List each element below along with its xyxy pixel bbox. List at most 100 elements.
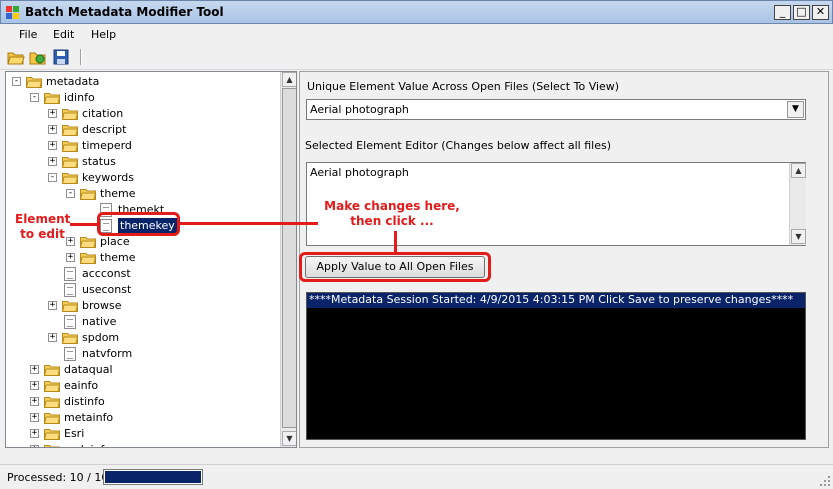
folder-icon [62,333,78,344]
expand-icon[interactable]: + [48,125,57,134]
scroll-up-icon[interactable]: ▲ [282,72,296,87]
collapse-icon[interactable]: - [48,173,57,182]
expand-icon[interactable]: + [48,157,57,166]
tree-node-eainfo[interactable]: + eainfo [6,378,276,394]
tree-node-descript[interactable]: + descript [6,122,276,138]
tree-node-label: status [82,155,116,168]
folder-icon [44,93,60,104]
toolbar-separator [80,49,82,65]
tree-node-status[interactable]: + status [6,154,276,170]
folder-icon [44,365,60,376]
changes-callout: Make changes here, then click ... [318,199,466,229]
expand-icon[interactable]: + [48,141,57,150]
tree-node-label: spdom [82,331,120,344]
log-line: ****Metadata Session Started: 4/9/2015 4… [307,293,805,308]
menu-bar: File Edit Help [0,24,833,44]
collapse-icon[interactable]: - [66,189,75,198]
tree-node-label: keywords [82,171,135,184]
folder-icon [80,253,96,264]
tree-node-distinfo[interactable]: + distinfo [6,394,276,410]
chevron-down-icon[interactable]: ▼ [787,101,804,118]
tree-node-idinfo[interactable]: - idinfo [6,90,276,106]
tree-node-label: timeperd [82,139,132,152]
themekey-highlight [97,212,180,236]
close-button[interactable]: ✕ [812,5,829,20]
collapse-icon[interactable]: - [30,93,39,102]
save-icon[interactable] [52,48,70,66]
tree-node-esri[interactable]: + Esri [6,426,276,442]
tree-node-label: theme [100,251,136,264]
log-console: ****Metadata Session Started: 4/9/2015 4… [306,292,806,440]
tree-node-useconst[interactable]: useconst [6,282,276,298]
menu-help[interactable]: Help [91,28,116,41]
open-folder-icon[interactable] [7,48,25,66]
tree-node-metainfo[interactable]: + metainfo [6,410,276,426]
tree-node-browse[interactable]: + browse [6,298,276,314]
tree-node-spdom[interactable]: + spdom [6,330,276,346]
folder-icon [62,109,78,120]
scroll-down-icon[interactable]: ▼ [791,229,806,244]
folder-icon [62,141,78,152]
minimize-button[interactable]: _ [774,5,791,20]
tree-node-theme[interactable]: - theme [6,186,276,202]
tree-node-label: dataqual [64,363,113,376]
element-tree[interactable]: - metadata - idinfo + citation + descript + timep… [5,71,297,448]
menu-file[interactable]: File [19,28,37,41]
tree-node-citation[interactable]: + citation [6,106,276,122]
expand-icon[interactable]: + [48,333,57,342]
tree-node-label: browse [82,299,122,312]
resize-grip-icon[interactable] [819,475,831,487]
expand-icon[interactable]: + [30,381,39,390]
editor-label: Selected Element Editor (Changes below a… [305,139,612,152]
tree-node-natvform[interactable]: natvform [6,346,276,362]
tree-scrollbar[interactable]: ▲ ▼ [280,72,296,447]
tree-node-native[interactable]: native [6,314,276,330]
document-icon [64,267,76,281]
expand-icon[interactable]: + [66,253,75,262]
folder-icon [44,429,60,440]
tree-node-label: metadata [46,75,100,88]
scroll-down-icon[interactable]: ▼ [282,431,296,446]
folder-icon [62,125,78,136]
expand-icon[interactable]: + [30,445,39,447]
expand-icon[interactable]: + [30,429,39,438]
expand-icon[interactable]: + [30,397,39,406]
tree-node-label: eainfo [64,379,99,392]
element-connector-line [70,223,97,226]
tree-node-label: useconst [82,283,132,296]
progress-fill [105,471,201,483]
tree-node-timeperd[interactable]: + timeperd [6,138,276,154]
status-bar: Processed: 10 / 10 [0,464,833,489]
tree-node-spdoinfo[interactable]: + spdoinfo [6,442,276,447]
folder-icon [44,413,60,424]
collapse-icon[interactable]: - [12,77,21,86]
tree-node-accconst[interactable]: accconst [6,266,276,282]
tree-node-label: idinfo [64,91,95,104]
tree-node-label: descript [82,123,127,136]
unique-values-label: Unique Element Value Across Open Files (… [307,80,620,93]
element-callout-line1: Element [15,212,71,226]
tree-node-label: theme [100,187,136,200]
editor-scrollbar[interactable]: ▲ ▼ [789,163,806,245]
tree-node-keywords[interactable]: - keywords [6,170,276,186]
scroll-thumb[interactable] [282,88,296,428]
folder-icon [44,397,60,408]
tree-node-label: citation [82,107,124,120]
maximize-button[interactable]: □ [793,5,810,20]
document-icon [64,283,76,297]
tree-node-label: distinfo [64,395,105,408]
unique-values-dropdown[interactable]: Aerial photograph ▼ [306,99,806,120]
menu-edit[interactable]: Edit [53,28,74,41]
tree-node-metadata[interactable]: - metadata [6,74,276,90]
tree-node-label: native [82,315,117,328]
scroll-up-icon[interactable]: ▲ [791,163,806,178]
open-recent-icon[interactable] [29,48,47,66]
tree-node-dataqual[interactable]: + dataqual [6,362,276,378]
expand-icon[interactable]: + [30,365,39,374]
app-icon [6,6,19,19]
folder-icon [62,301,78,312]
expand-icon[interactable]: + [48,301,57,310]
tree-node-theme[interactable]: + theme [6,250,276,266]
expand-icon[interactable]: + [30,413,39,422]
expand-icon[interactable]: + [48,109,57,118]
